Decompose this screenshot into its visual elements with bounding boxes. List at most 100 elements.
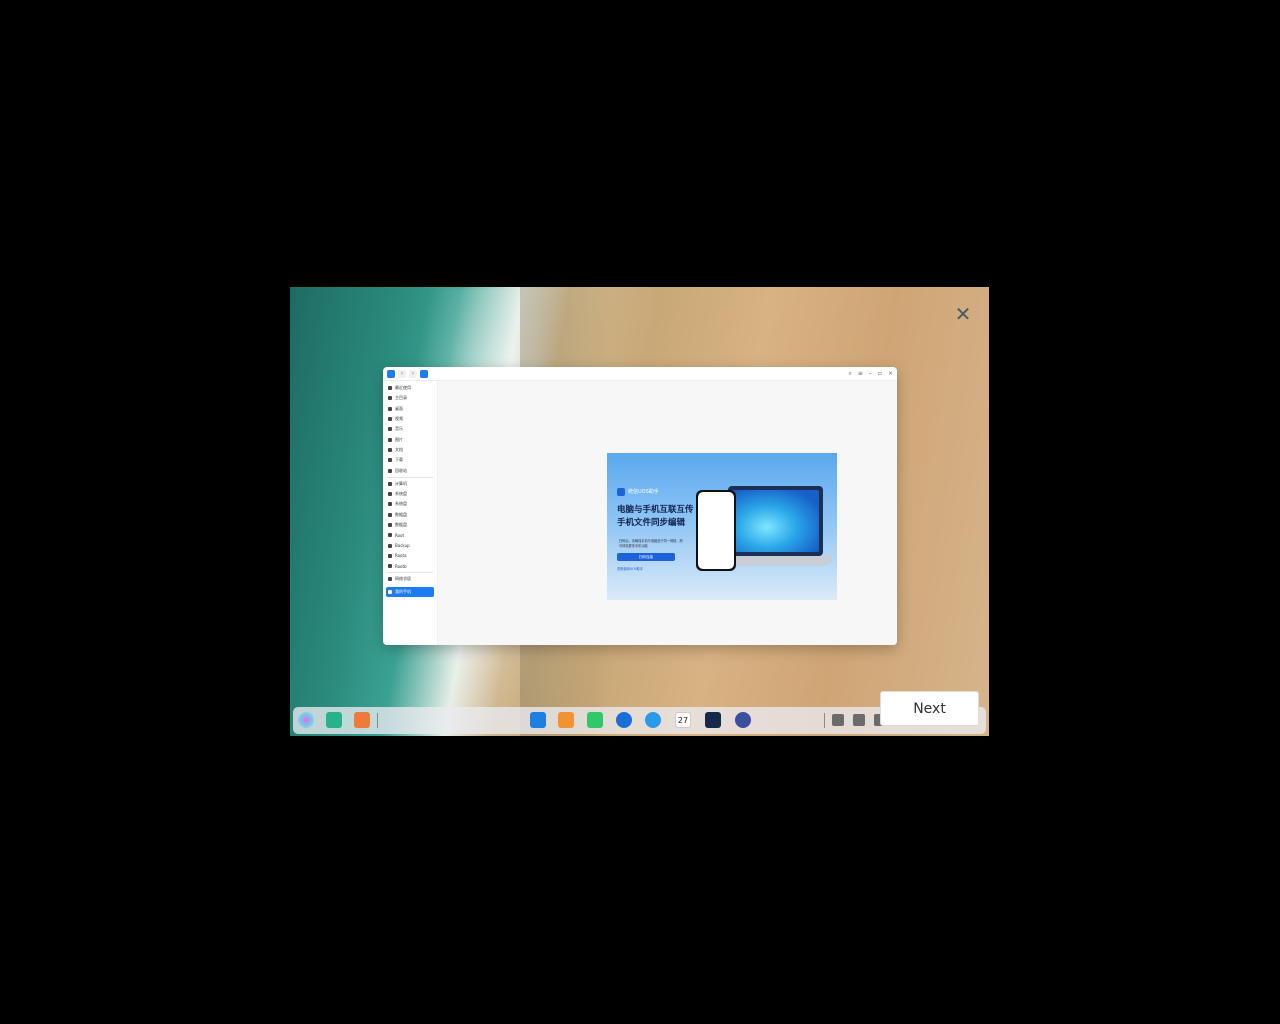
sidebar-item-network[interactable]: 网络邻居: [383, 574, 437, 584]
network-icon: [388, 577, 392, 582]
banner-brand: 统信UOS助手: [628, 489, 659, 495]
window-close-icon[interactable]: ×: [888, 370, 893, 378]
sidebar-divider: [387, 476, 433, 478]
deepin-icon[interactable]: [705, 712, 721, 728]
music-icon: [388, 427, 392, 432]
file-manager-window: ‹ › ⌕ ≡ – ▫ × 最近使用 主目录 桌面 视频 音乐 图片 文档 下载…: [383, 367, 897, 645]
desktop-icon[interactable]: [354, 712, 370, 728]
sidebar: 最近使用 主目录 桌面 视频 音乐 图片 文档 下载 回收站 计算机 系统盘 系…: [383, 381, 438, 645]
calendar-icon[interactable]: 27: [675, 712, 691, 728]
disk-icon: [388, 492, 392, 497]
sidebar-item-label: 音乐: [395, 426, 403, 432]
sidebar-item-label: Rootb: [395, 563, 407, 569]
disk-icon: [388, 512, 392, 517]
desktop-icon: [388, 406, 392, 411]
app-logo-icon: [387, 369, 395, 378]
main-content: 统信UOS助手 电脑与手机互联互传 手机文件同步编辑 扫码后，请确保手机与电脑处…: [438, 381, 897, 645]
document-icon: [388, 447, 392, 452]
trash-icon: [388, 468, 392, 473]
browser-icon[interactable]: [645, 712, 661, 728]
sidebar-item-downloads[interactable]: 下载: [383, 455, 437, 465]
disk-icon: [388, 502, 392, 507]
file-manager-icon[interactable]: [530, 712, 546, 728]
dock-separator: [824, 713, 825, 728]
sidebar-item-music[interactable]: 音乐: [383, 424, 437, 434]
sidebar-item-label: 我的手机: [395, 588, 411, 594]
banner-link[interactable]: 查看使用UOS助手: [617, 566, 643, 571]
network-icon[interactable]: [853, 714, 865, 726]
sidebar-item-label: 文档: [395, 446, 403, 452]
sidebar-item-disk[interactable]: 系统盘: [383, 499, 437, 509]
back-button[interactable]: ‹: [398, 369, 406, 378]
sidebar-item-disk[interactable]: Roota: [383, 551, 437, 561]
banner-subtitle: 手机文件同步编辑: [617, 518, 686, 528]
sidebar-item-label: 数据盘: [395, 511, 407, 517]
disk-icon: [388, 543, 392, 548]
sidebar-item-trash[interactable]: 回收站: [383, 465, 437, 475]
sidebar-item-pictures[interactable]: 图片: [383, 434, 437, 444]
home-icon: [388, 396, 392, 401]
app-store-icon[interactable]: [558, 712, 574, 728]
sidebar-item-videos[interactable]: 视频: [383, 414, 437, 424]
sidebar-item-disk[interactable]: 系统盘: [383, 489, 437, 499]
sidebar-item-label: 桌面: [395, 405, 403, 411]
sidebar-item-label: 系统盘: [395, 501, 407, 507]
sidebar-item-desktop[interactable]: 桌面: [383, 404, 437, 414]
sidebar-item-label: 系统盘: [395, 491, 407, 497]
sidebar-item-label: 图片: [395, 436, 403, 442]
sidebar-item-documents[interactable]: 文档: [383, 445, 437, 455]
picture-icon: [388, 437, 392, 442]
multitask-icon[interactable]: [326, 712, 342, 728]
uos-logo-icon: [617, 488, 625, 496]
maximize-icon[interactable]: ▫: [878, 370, 882, 378]
security-icon[interactable]: [616, 712, 632, 728]
phone-screen: [698, 492, 734, 569]
scan-connect-button[interactable]: 扫码连接: [617, 553, 675, 561]
volume-icon[interactable]: [832, 714, 844, 726]
sidebar-item-disk[interactable]: 数据盘: [383, 510, 437, 520]
disk-icon: [388, 523, 392, 527]
sidebar-item-label: 回收站: [395, 467, 407, 473]
computer-icon: [388, 481, 392, 486]
sidebar-item-label: Backup: [395, 543, 410, 549]
search-icon[interactable]: ⌕: [848, 370, 851, 378]
sidebar-item-my-phone[interactable]: 我的手机: [386, 586, 434, 597]
disk-icon: [388, 553, 392, 558]
download-icon: [388, 458, 392, 463]
minimize-icon[interactable]: –: [869, 370, 872, 378]
clock-icon: [388, 386, 392, 391]
settings-icon[interactable]: [735, 712, 751, 728]
next-button[interactable]: Next: [880, 691, 979, 726]
sidebar-item-disk[interactable]: Root: [383, 530, 437, 540]
sidebar-item-label: 数据盘: [395, 522, 407, 527]
uos-assistant-banner: 统信UOS助手 电脑与手机互联互传 手机文件同步编辑 扫码后，请确保手机与电脑处…: [607, 453, 837, 600]
sidebar-item-home[interactable]: 主目录: [383, 393, 437, 403]
forward-button[interactable]: ›: [409, 369, 417, 378]
sidebar-item-computer[interactable]: 计算机: [383, 479, 437, 489]
sidebar-item-recent[interactable]: 最近使用: [383, 383, 437, 393]
phone-icon: [420, 369, 428, 378]
music-icon[interactable]: [587, 712, 603, 728]
disk-icon: [388, 564, 392, 569]
sidebar-item-disk[interactable]: Rootb: [383, 561, 437, 571]
window-controls: ⌕ ≡ – ▫ ×: [848, 370, 893, 378]
sidebar-item-disk[interactable]: Backup: [383, 540, 437, 550]
sidebar-item-label: 视频: [395, 416, 403, 422]
banner-description: 扫码后，请确保手机与电脑处于同一网络，即可体验更多手机功能: [619, 539, 683, 548]
sidebar-item-label: 下载: [395, 457, 403, 463]
dock-separator: [377, 713, 378, 728]
sidebar-item-label: 最近使用: [395, 385, 411, 391]
banner-title: 电脑与手机互联互传: [617, 505, 694, 515]
disk-icon: [388, 533, 392, 538]
sidebar-item-label: 主目录: [395, 395, 407, 401]
menu-icon[interactable]: ≡: [858, 370, 863, 378]
launcher-icon[interactable]: [298, 712, 314, 728]
sidebar-item-label: Root: [395, 532, 405, 538]
sidebar-item-label: Roota: [395, 553, 407, 559]
sidebar-item-disk[interactable]: 数据盘: [383, 520, 437, 530]
video-icon: [388, 417, 392, 422]
phone-icon: [388, 589, 392, 594]
window-titlebar: ‹ › ⌕ ≡ – ▫ ×: [383, 367, 897, 381]
close-icon[interactable]: ✕: [954, 304, 972, 324]
sidebar-item-label: 网络邻居: [395, 576, 411, 582]
